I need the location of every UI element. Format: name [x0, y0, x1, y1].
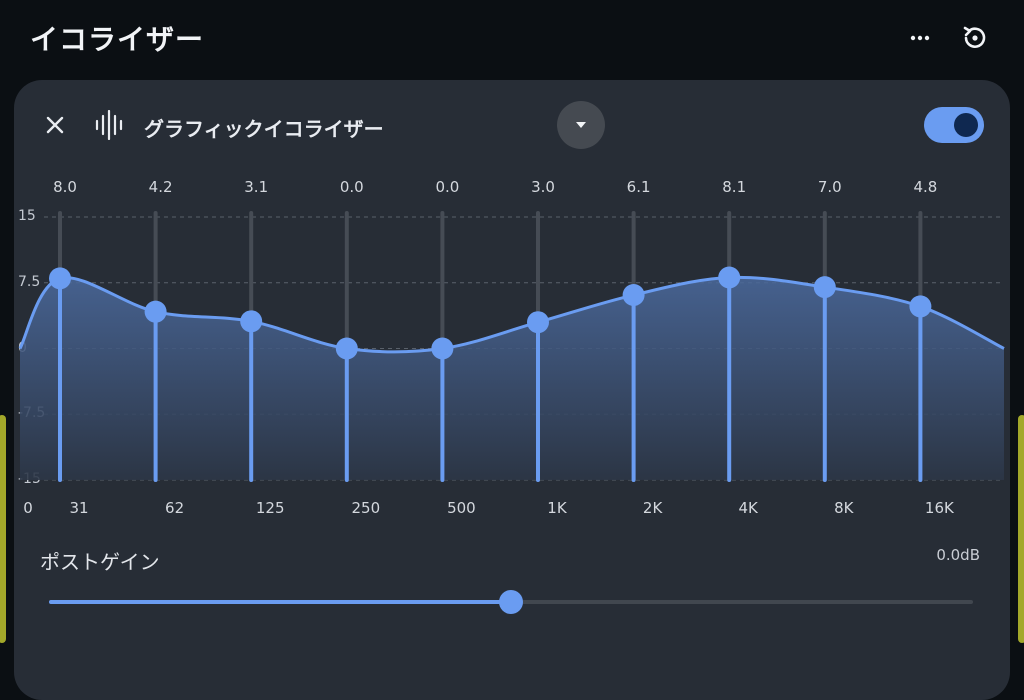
right-edge-accent: [1018, 415, 1024, 643]
band-frequency-label: 4K: [738, 499, 758, 517]
post-gain-slider[interactable]: [49, 590, 973, 614]
band-handle[interactable]: [431, 337, 454, 360]
slider-fill: [49, 600, 511, 604]
band-frequency-label: 125: [255, 499, 285, 517]
band-handle[interactable]: [622, 284, 645, 307]
more-horizontal-icon: [910, 35, 930, 41]
band-handle[interactable]: [718, 266, 741, 289]
response-area: [20, 277, 1004, 480]
band-frequency-label: 2K: [642, 499, 663, 517]
band-frequency-label: 31: [69, 499, 89, 517]
band-frequency-label: 16K: [924, 499, 954, 517]
band-handle[interactable]: [144, 300, 167, 323]
more-button[interactable]: [900, 18, 940, 58]
band-frequency-label: 62: [165, 499, 185, 517]
page-title: イコライザー: [30, 23, 205, 56]
slider-thumb[interactable]: [499, 590, 523, 614]
band-handle[interactable]: [335, 337, 358, 360]
restore-icon: [963, 26, 986, 48]
band-handle[interactable]: [909, 295, 932, 318]
band-frequency-label: 250: [351, 499, 381, 517]
equalizer-graph[interactable]: [14, 80, 1010, 500]
equalizer-card: グラフィックイコライザー 8.0 4.2 3.1 0.0 0.0 3.0 6.1 8.1 7.0…: [14, 80, 1010, 700]
band-frequency-label: 8K: [834, 499, 854, 517]
post-gain-label: ポストゲイン: [40, 550, 160, 574]
band-frequency-label: 500: [447, 499, 476, 517]
post-gain-value: 0.0dB: [936, 546, 980, 564]
band-handle[interactable]: [527, 311, 549, 334]
x-origin-label: 0: [23, 499, 33, 517]
band-handle[interactable]: [813, 276, 836, 299]
band-handle[interactable]: [49, 267, 71, 290]
band-frequency-label: 1K: [547, 499, 567, 517]
left-edge-accent: [0, 415, 6, 643]
band-handle[interactable]: [240, 310, 263, 333]
reset-button[interactable]: [955, 18, 995, 58]
